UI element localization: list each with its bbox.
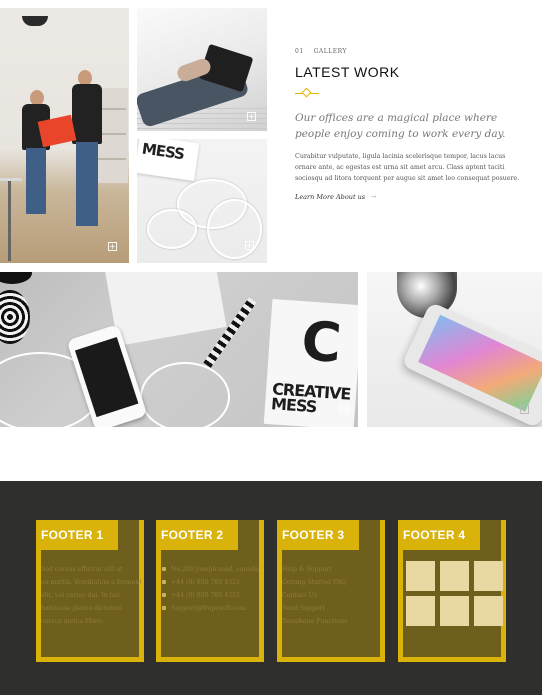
section-body: Curabitur vulputate, ligula lacinia scel… — [295, 153, 520, 182]
expand-icon[interactable]: + — [520, 405, 529, 414]
expand-icon[interactable]: + — [247, 112, 256, 121]
mail-icon — [162, 606, 166, 610]
footer-link[interactable]: Telephone Functions — [282, 615, 382, 628]
section-category: GALLERY — [313, 48, 347, 55]
lamp-shape — [22, 16, 48, 26]
gallery-photo-desk[interactable]: C CREATIVE MESS + — [0, 272, 358, 427]
footer-heading: FOOTER 4 — [403, 528, 466, 542]
earphone-cable — [140, 362, 230, 427]
phone-text[interactable]: +44 (0) 800 765 4321 — [171, 579, 240, 586]
section-kicker: 01 GALLERY — [295, 48, 525, 55]
email-item[interactable]: Support@frapesoft.com — [161, 602, 261, 615]
footer-heading: FOOTER 3 — [282, 528, 345, 542]
footer-text: Sed cursus efficitur elit at eu mattis. … — [41, 563, 141, 628]
phone-item[interactable]: +44 (0) 800 765 4321 — [161, 589, 261, 602]
magazine-title: MESS — [140, 139, 186, 164]
person-seated — [18, 90, 54, 220]
magazine-shape: MESS — [137, 139, 200, 181]
phone-icon — [162, 593, 166, 597]
learn-more-link[interactable]: Learn More About us → — [295, 193, 525, 201]
expand-icon[interactable]: + — [245, 241, 254, 250]
site-footer: FOOTER 1 Sed cursus efficitur elit at eu… — [0, 481, 542, 695]
arrow-right-icon: → — [371, 193, 377, 201]
section-title: LATEST WORK — [295, 64, 400, 80]
footer-column-1: FOOTER 1 Sed cursus efficitur elit at eu… — [36, 520, 144, 662]
footer-heading: FOOTER 2 — [161, 528, 224, 542]
footer-link[interactable]: Send Support — [282, 602, 382, 615]
section-lead: Our offices are a magical place where pe… — [295, 112, 506, 140]
earphone-cable — [147, 209, 197, 249]
footer-column-4: FOOTER 4 — [398, 520, 506, 662]
address-item: No.200 joseph road, canada — [161, 563, 261, 576]
footer-line: cursus metus Moro. — [41, 618, 104, 625]
email-text[interactable]: Support@frapesoft.com — [171, 605, 246, 612]
footer-link[interactable]: Help & Support — [282, 563, 382, 576]
gallery-photo-earphones[interactable]: MESS + — [137, 139, 267, 263]
footer-line: elit, vel varius dui. In hac — [41, 592, 121, 599]
phone-item[interactable]: +44 (0) 800 765 4321 — [161, 576, 261, 589]
expand-icon[interactable]: + — [108, 242, 117, 251]
location-icon — [162, 567, 166, 571]
footer-link[interactable]: Getting Started FAQ — [282, 576, 382, 589]
footer-link[interactable]: Contact Us — [282, 589, 382, 602]
expand-icon[interactable]: + — [340, 404, 349, 413]
earphone-cable — [207, 199, 262, 259]
gallery-thumb[interactable] — [406, 561, 435, 591]
gallery-photo-iphone[interactable]: + — [367, 272, 542, 427]
gallery-photo-office[interactable]: + — [0, 8, 129, 263]
latest-work-section: 01 GALLERY LATEST WORK Our offices are a … — [295, 48, 525, 201]
phone-icon — [162, 580, 166, 584]
address-text: No.200 joseph road, canada — [171, 566, 259, 573]
footer-contact: No.200 joseph road, canada +44 (0) 800 7… — [161, 563, 261, 615]
gallery-thumb[interactable] — [440, 561, 469, 591]
gallery-photo-tablet[interactable]: + — [137, 8, 267, 131]
phone-text[interactable]: +44 (0) 800 765 4321 — [171, 592, 240, 599]
gallery-thumb[interactable] — [474, 561, 503, 591]
footer-links: Help & Support Getting Started FAQ Conta… — [282, 563, 382, 628]
footer-line: eu mattis. Vestibulum a fermentum — [41, 579, 141, 586]
paper-sheet — [103, 272, 227, 346]
gallery-thumb[interactable] — [440, 596, 469, 626]
diamond-divider-icon — [295, 87, 319, 98]
footer-line: habitasse platea dictumst. — [41, 605, 124, 612]
lollipop-shape — [0, 290, 30, 344]
footer-heading: FOOTER 1 — [41, 528, 104, 542]
book-letter: C — [299, 309, 344, 375]
gallery-thumb[interactable] — [474, 596, 503, 626]
learn-more-label[interactable]: Learn More About us — [295, 193, 365, 201]
footer-column-2: FOOTER 2 No.200 joseph road, canada +44 … — [156, 520, 264, 662]
person-standing — [68, 70, 106, 230]
section-number: 01 — [295, 48, 304, 55]
lollipop-shape — [0, 272, 32, 284]
footer-line: Sed cursus efficitur elit at — [41, 566, 123, 573]
table-shape — [0, 178, 22, 263]
footer-column-3: FOOTER 3 Help & Support Getting Started … — [277, 520, 385, 662]
gallery-thumb[interactable] — [406, 596, 435, 626]
